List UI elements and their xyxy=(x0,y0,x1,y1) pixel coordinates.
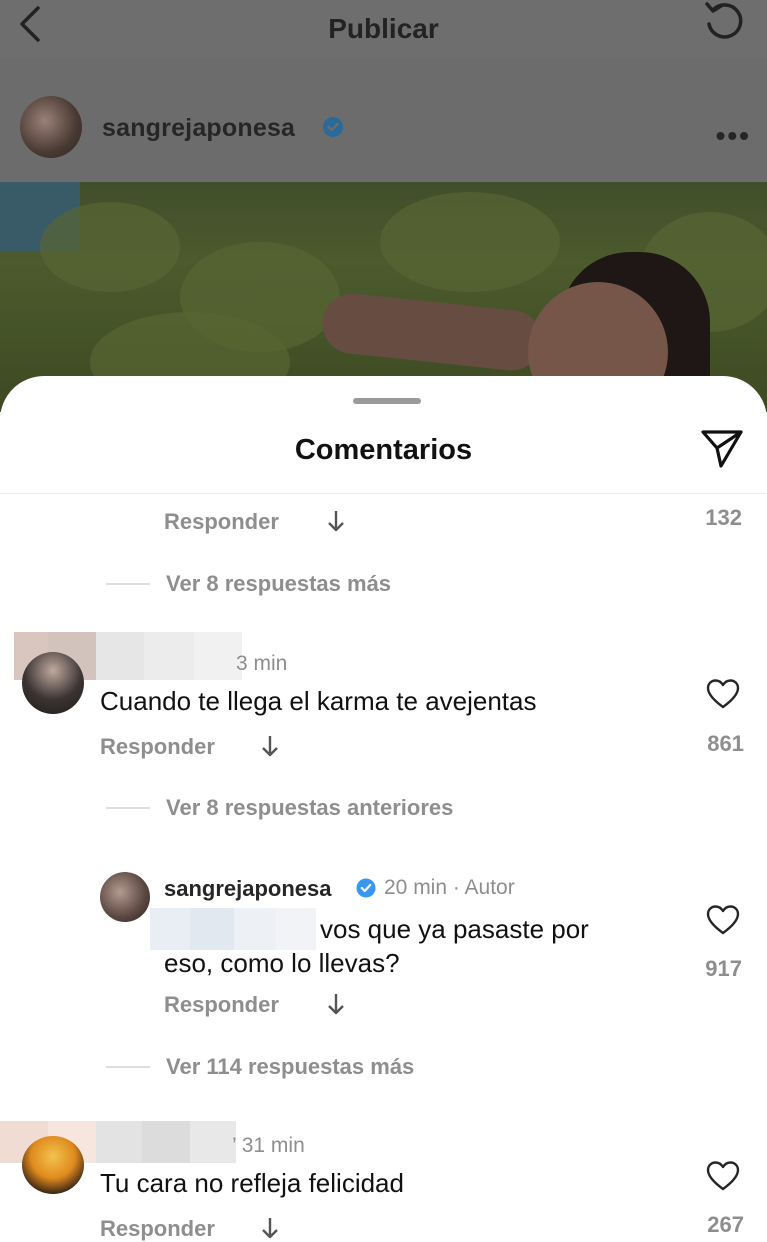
arrow-down-icon[interactable] xyxy=(326,992,346,1016)
send-icon[interactable] xyxy=(699,428,745,470)
like-count: 917 xyxy=(705,956,742,981)
replies-line xyxy=(106,807,150,809)
heart-icon[interactable] xyxy=(706,678,740,710)
top-bar: Publicar xyxy=(0,0,767,58)
arrow-down-icon[interactable] xyxy=(326,509,346,533)
post-header: sangrejaponesa ••• xyxy=(0,58,767,182)
comment-time-value: 31 min xyxy=(241,1134,305,1157)
view-previous-replies[interactable]: Ver 8 respuestas anteriores xyxy=(166,795,453,821)
like-count: 267 xyxy=(707,1212,744,1237)
commenter-avatar[interactable] xyxy=(22,652,84,714)
redacted-mention xyxy=(150,908,316,950)
view-more-replies[interactable]: Ver 8 respuestas más xyxy=(166,571,391,597)
reply-text-line2: eso, como lo llevas? xyxy=(164,948,400,978)
sheet-divider xyxy=(0,493,767,494)
comment-time: 3 min xyxy=(236,652,288,675)
reply-username[interactable]: sangrejaponesa xyxy=(164,876,332,902)
heart-icon[interactable] xyxy=(706,904,740,936)
comment-text: Tu cara no refleja felicidad xyxy=(100,1168,404,1198)
comment-time: ’ 31 min xyxy=(232,1134,305,1157)
sheet-title: Comentarios xyxy=(294,434,473,466)
sheet-drag-handle[interactable] xyxy=(353,398,421,404)
view-more-replies[interactable]: Ver 114 respuestas más xyxy=(166,1054,414,1080)
refresh-icon[interactable] xyxy=(699,0,747,44)
reply-button[interactable]: Responder xyxy=(100,734,215,760)
reply-time: 20 min · Autor xyxy=(384,876,515,899)
back-arrow-icon[interactable] xyxy=(12,4,48,44)
author-reply-avatar[interactable] xyxy=(100,872,150,922)
reply-button[interactable]: Responder xyxy=(100,1216,215,1242)
replies-line xyxy=(106,583,150,585)
comments-sheet: Comentarios Responder 132 Ver 8 respuest… xyxy=(0,376,767,1242)
page-title: Publicar xyxy=(328,13,439,44)
more-options-icon[interactable]: ••• xyxy=(716,120,751,152)
reply-button[interactable]: Responder xyxy=(164,992,279,1018)
reply-text-line1: vos que ya pasaste por xyxy=(320,914,589,944)
author-username[interactable]: sangrejaponesa xyxy=(102,114,295,143)
reply-button[interactable]: Responder xyxy=(164,509,279,535)
commenter-avatar[interactable] xyxy=(22,1136,84,1194)
verified-badge-icon xyxy=(356,878,376,898)
verified-badge-icon xyxy=(323,117,343,137)
arrow-down-icon[interactable] xyxy=(260,734,280,758)
comment-text: Cuando te llega el karma te avejentas xyxy=(100,686,537,716)
arrow-down-icon[interactable] xyxy=(260,1216,280,1240)
heart-icon[interactable] xyxy=(706,1160,740,1192)
author-avatar[interactable] xyxy=(20,96,82,158)
replies-line xyxy=(106,1066,150,1068)
like-count: 861 xyxy=(707,731,744,756)
like-count: 132 xyxy=(705,505,742,530)
